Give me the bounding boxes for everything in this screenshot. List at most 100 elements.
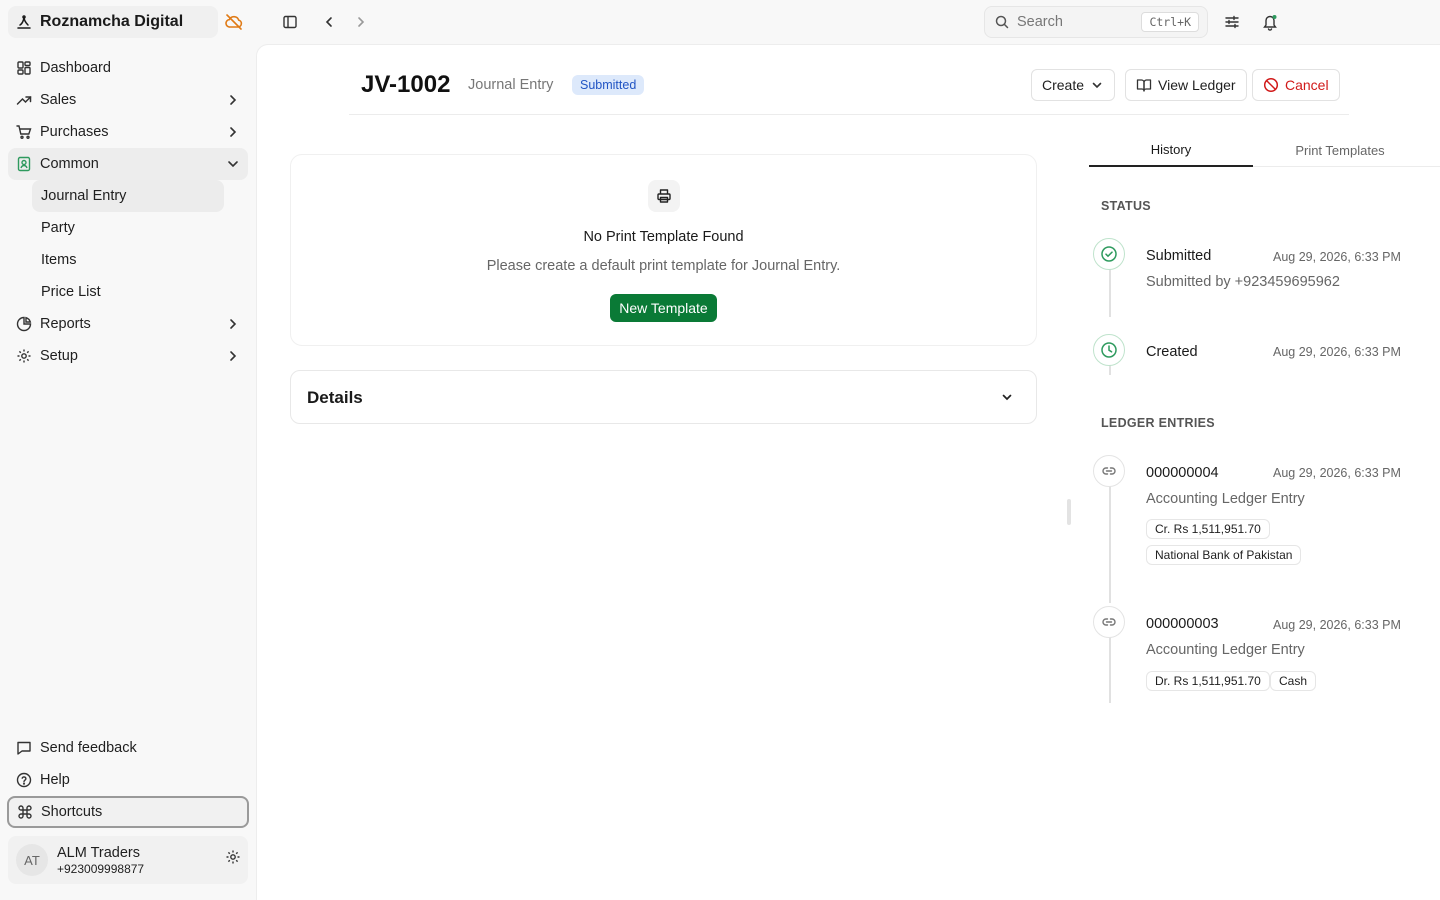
no-template-title: No Print Template Found (583, 229, 744, 245)
tab-history[interactable]: History (1089, 133, 1253, 167)
chevron-down-icon (1090, 78, 1104, 92)
status-event-date: Aug 29, 2026, 6:33 PM (1273, 345, 1401, 359)
ledger-entry-date: Aug 29, 2026, 6:33 PM (1273, 466, 1401, 480)
status-event-title: Submitted (1146, 248, 1212, 264)
ledger-entry-type: Accounting Ledger Entry (1146, 642, 1305, 658)
status-event-date: Aug 29, 2026, 6:33 PM (1273, 250, 1401, 264)
chevron-right-icon (226, 317, 240, 331)
page-title: JV-1002 (361, 71, 451, 98)
view-ledger-button[interactable]: View Ledger (1125, 69, 1247, 101)
details-title: Details (307, 388, 363, 407)
status-section-title: STATUS (1101, 199, 1151, 213)
user-info: ALM Traders +923009998877 (57, 845, 144, 876)
cloud-offline-icon[interactable] (224, 12, 244, 32)
filters-sliders-icon[interactable] (1224, 14, 1240, 30)
sidebar-item-sales[interactable]: Sales (8, 84, 248, 116)
user-phone: +923009998877 (57, 861, 145, 876)
chevron-down-icon (1000, 390, 1014, 404)
avatar: AT (16, 844, 48, 876)
sidebar-item-reports[interactable]: Reports (8, 308, 248, 340)
print-preview-card: No Print Template Found Please create a … (290, 154, 1037, 346)
tab-print-templates[interactable]: Print Templates (1253, 133, 1427, 167)
printer-icon-box (648, 180, 680, 212)
create-button-label: Create (1042, 77, 1085, 93)
sidebar-nav: Dashboard Sales Purchases Common Journal… (8, 52, 248, 372)
trending-up-icon (16, 92, 32, 108)
brand-switcher[interactable]: Roznamcha Digital (8, 6, 218, 38)
status-badge: Submitted (572, 75, 645, 95)
status-event-detail: Submitted by +923459695962 (1146, 274, 1340, 290)
ban-icon (1263, 77, 1279, 93)
search-icon (995, 15, 1009, 29)
document-type: Journal Entry (468, 77, 554, 93)
user-name: ALM Traders (57, 844, 140, 861)
user-card[interactable]: AT ALM Traders +923009998877 (8, 836, 248, 884)
panel-resize-handle[interactable] (1067, 499, 1071, 525)
sidebar-item-label: Help (40, 772, 70, 788)
sidebar-item-label: Send feedback (40, 740, 137, 756)
check-circle-icon (1093, 238, 1125, 270)
new-template-button[interactable]: New Template (610, 294, 717, 322)
back-arrow-icon[interactable] (322, 14, 336, 30)
sidebar-subitem-price-list[interactable]: Price List (32, 276, 224, 308)
sidebar-item-dashboard[interactable]: Dashboard (8, 52, 248, 84)
logo-icon (16, 14, 32, 30)
ledger-entry-id[interactable]: 000000004 (1146, 465, 1219, 481)
forward-arrow-icon[interactable] (354, 14, 368, 30)
ledger-account-pill: Cash (1270, 671, 1317, 691)
search-placeholder: Search (1017, 14, 1063, 30)
cancel-label: Cancel (1285, 77, 1329, 93)
sidebar-item-common[interactable]: Common (8, 148, 248, 180)
cancel-button[interactable]: Cancel (1252, 69, 1340, 101)
sidebar-toggle-icon[interactable] (282, 14, 298, 30)
ledger-amount-pill: Cr. Rs 1,511,951.70 (1146, 519, 1270, 539)
search-input[interactable]: Search Ctrl+K (984, 6, 1208, 38)
no-template-message: Please create a default print template f… (486, 258, 841, 274)
sidebar-item-send-feedback[interactable]: Send feedback (8, 732, 248, 764)
chevron-down-icon (226, 157, 240, 171)
sidebar-item-setup[interactable]: Setup (8, 340, 248, 372)
sidebar-item-label: Setup (40, 348, 78, 364)
book-open-icon (1136, 77, 1152, 93)
ledger-entry-id[interactable]: 000000003 (1146, 616, 1219, 632)
printer-icon (656, 188, 672, 204)
view-ledger-label: View Ledger (1158, 77, 1236, 93)
sidebar-item-help[interactable]: Help (8, 764, 248, 796)
command-icon (17, 804, 33, 820)
link-icon[interactable] (1093, 606, 1125, 638)
chevron-right-icon (226, 349, 240, 363)
timeline-line (1109, 365, 1111, 375)
side-tabs: History Print Templates (1089, 133, 1440, 167)
timeline-line (1109, 486, 1111, 603)
search-shortcut-hint: Ctrl+K (1141, 12, 1199, 32)
sidebar-item-label: Common (40, 156, 99, 172)
sidebar-item-label: Sales (40, 92, 77, 108)
sidebar-item-label: Dashboard (40, 60, 111, 76)
sidebar-subitem-items[interactable]: Items (32, 244, 224, 276)
status-event-title: Created (1146, 344, 1198, 360)
ledger-entry-date: Aug 29, 2026, 6:33 PM (1273, 618, 1401, 632)
chevron-right-icon (226, 125, 240, 139)
sidebar-subitem-journal-entry[interactable]: Journal Entry (32, 180, 224, 212)
main-panel: JV-1002 Journal Entry Submitted Create V… (256, 44, 1440, 900)
bell-icon[interactable] (1262, 13, 1278, 31)
ledger-amount-pill: Dr. Rs 1,511,951.70 (1146, 671, 1270, 691)
details-section-toggle[interactable]: Details (290, 370, 1037, 424)
contacts-icon (16, 156, 32, 172)
clock-icon (1093, 334, 1125, 366)
common-submenu: Journal Entry Party Items Price List (8, 180, 248, 308)
settings-gear-icon[interactable] (225, 849, 241, 865)
link-icon[interactable] (1093, 455, 1125, 487)
sidebar-subitem-party[interactable]: Party (32, 212, 224, 244)
chevron-right-icon (226, 93, 240, 107)
dashboard-icon (16, 60, 32, 76)
create-dropdown-button[interactable]: Create (1031, 69, 1116, 101)
sidebar-item-purchases[interactable]: Purchases (8, 116, 248, 148)
timeline-line (1109, 269, 1111, 317)
sidebar: Roznamcha Digital Dashboard Sales Purcha… (0, 0, 256, 900)
sidebar-item-shortcuts[interactable]: Shortcuts (7, 796, 249, 828)
timeline-line (1109, 637, 1111, 703)
gear-icon (16, 348, 32, 364)
help-circle-icon (16, 772, 32, 788)
ledger-section-title: LEDGER ENTRIES (1101, 416, 1215, 430)
